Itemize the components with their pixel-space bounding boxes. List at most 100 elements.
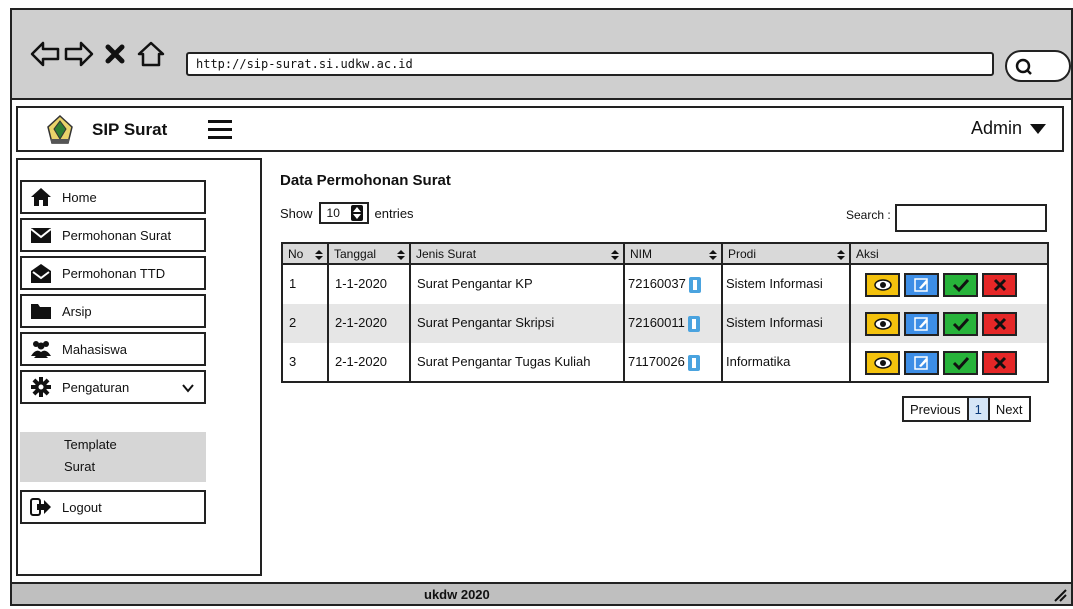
edit-button[interactable] [904, 311, 939, 336]
approve-button[interactable] [943, 350, 978, 375]
browser-window: http://sip-surat.si.udkw.ac.id SIP Surat… [10, 8, 1073, 606]
cell-nim: 72160011 [625, 304, 723, 343]
eye-icon [873, 278, 892, 291]
check-icon [952, 278, 969, 292]
delete-button[interactable] [982, 272, 1017, 297]
sort-icon [397, 250, 405, 260]
edit-button[interactable] [904, 350, 939, 375]
column-header-aksi: Aksi [856, 247, 879, 261]
home-browser-icon[interactable] [136, 40, 166, 68]
column-header-prodi[interactable]: Prodi [723, 244, 851, 265]
footer: ukdw 2020 [12, 582, 1071, 604]
app-header: SIP Surat Admin [16, 106, 1064, 152]
sort-icon [315, 250, 323, 260]
search-input[interactable] [895, 204, 1047, 232]
column-header-tanggal[interactable]: Tanggal [329, 244, 411, 265]
view-button[interactable] [865, 350, 900, 375]
table-header: No Tanggal Jenis Surat NIM Prodi Aksi [283, 244, 1047, 265]
approve-button[interactable] [943, 272, 978, 297]
sidebar-item-label: Permohonan TTD [62, 265, 166, 281]
edit-button[interactable] [904, 272, 939, 297]
cell-nim: 72160037 [625, 265, 723, 304]
envelope-icon [30, 224, 52, 246]
cell-prodi: Informatika [723, 343, 851, 382]
entries-label: entries [374, 205, 414, 221]
entries-select[interactable]: 10 [318, 202, 369, 224]
url-bar[interactable]: http://sip-surat.si.udkw.ac.id [186, 52, 994, 76]
sort-icon [611, 250, 619, 260]
column-header-no[interactable]: No [283, 244, 329, 265]
sort-icon [709, 250, 717, 260]
sidebar-item-pengaturan[interactable]: Pengaturan [20, 370, 206, 404]
info-icon[interactable] [687, 354, 700, 371]
sidebar-item-permohonan-surat[interactable]: Permohonan Surat [20, 218, 206, 252]
cell-no: 1 [283, 265, 329, 304]
edit-icon [913, 316, 928, 331]
cell-tanggal: 2-1-2020 [329, 343, 411, 382]
delete-button[interactable] [982, 350, 1017, 375]
hamburger-menu-icon[interactable] [208, 120, 232, 140]
pengaturan-submenu: Template Surat [20, 432, 206, 482]
sidebar-item-arsip[interactable]: Arsip [20, 294, 206, 328]
forward-icon[interactable] [64, 40, 94, 68]
sidebar-item-mahasiswa[interactable]: Mahasiswa [20, 332, 206, 366]
sidebar-item-label: Pengaturan [62, 379, 130, 395]
check-icon [952, 356, 969, 370]
caret-down-icon [1030, 123, 1046, 134]
cell-tanggal: 2-1-2020 [329, 304, 411, 343]
approve-button[interactable] [943, 311, 978, 336]
page-title: Data Permohonan Surat [280, 172, 451, 189]
show-label: Show [280, 205, 313, 221]
logout-icon [30, 496, 52, 518]
info-icon[interactable] [688, 276, 701, 293]
browser-toolbar: http://sip-surat.si.udkw.ac.id [12, 10, 1071, 100]
users-icon [30, 338, 52, 360]
next-page-button[interactable]: Next [990, 398, 1029, 420]
stop-icon[interactable] [104, 40, 126, 68]
submenu-item-surat[interactable]: Surat [64, 459, 95, 474]
chevron-down-icon [182, 384, 194, 393]
page-1-button[interactable]: 1 [966, 398, 990, 420]
cell-jenis-surat: Surat Pengantar Tugas Kuliah [411, 343, 625, 382]
submenu-item-template[interactable]: Template [64, 437, 117, 452]
sidebar-item-logout[interactable]: Logout [20, 490, 206, 524]
folder-icon [30, 300, 52, 322]
column-header-nim[interactable]: NIM [625, 244, 723, 265]
cell-aksi [851, 265, 1047, 304]
cell-jenis-surat: Surat Pengantar KP [411, 265, 625, 304]
column-header-jenis-surat[interactable]: Jenis Surat [411, 244, 625, 265]
sidebar-item-label: Logout [62, 499, 102, 515]
close-icon [993, 356, 1006, 369]
envelope-open-icon [30, 262, 52, 284]
eye-icon [873, 356, 892, 369]
previous-page-button[interactable]: Previous [904, 398, 967, 420]
cell-nim: 71170026 [625, 343, 723, 382]
entries-select-value: 10 [326, 206, 340, 220]
cell-jenis-surat: Surat Pengantar Skripsi [411, 304, 625, 343]
sidebar-item-label: Arsip [62, 303, 92, 319]
cell-no: 3 [283, 343, 329, 382]
sidebar-item-permohonan-ttd[interactable]: Permohonan TTD [20, 256, 206, 290]
browser-search-button[interactable] [1005, 50, 1071, 82]
edit-icon [913, 277, 928, 292]
resize-handle-icon[interactable] [1053, 588, 1067, 602]
select-spinner-icon [350, 205, 363, 221]
sidebar-item-label: Mahasiswa [62, 341, 128, 357]
info-icon[interactable] [687, 315, 700, 332]
cell-no: 2 [283, 304, 329, 343]
search-label: Search : [846, 208, 891, 222]
sidebar-item-label: Home [62, 189, 97, 205]
user-menu[interactable]: Admin [971, 118, 1046, 139]
pagination: Previous 1 Next [902, 396, 1031, 422]
cell-prodi: Sistem Informasi [723, 265, 851, 304]
check-icon [952, 317, 969, 331]
cell-prodi: Sistem Informasi [723, 304, 851, 343]
back-icon[interactable] [30, 40, 60, 68]
view-button[interactable] [865, 272, 900, 297]
delete-button[interactable] [982, 311, 1017, 336]
search-icon [1015, 58, 1032, 75]
view-button[interactable] [865, 311, 900, 336]
sidebar-item-home[interactable]: Home [20, 180, 206, 214]
home-icon [30, 186, 52, 208]
cell-aksi [851, 343, 1047, 382]
